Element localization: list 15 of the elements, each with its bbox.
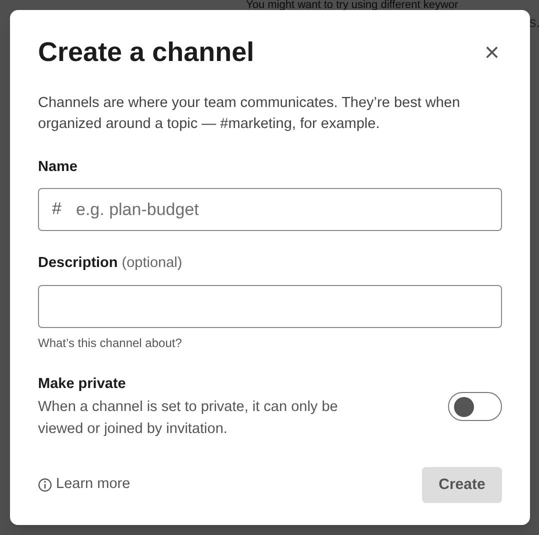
- field-hint: What’s this channel about?: [38, 335, 183, 352]
- info-icon: [38, 478, 52, 492]
- background-text: You might want to try using different keywor: [246, 0, 458, 10]
- learn-more-link[interactable]: Learn more: [38, 474, 130, 496]
- close-button[interactable]: ×: [478, 38, 506, 66]
- private-description: When a channel is set to private, it can only be viewed or joined by invitation.: [38, 398, 339, 439]
- field-label: Make private: [38, 375, 127, 394]
- hash-prefix: #: [52, 198, 62, 220]
- field-label: Description: [38, 254, 118, 274]
- intro-text: Channels are where your team communicates. They’re best when organized around a topic — #marketing, for example.: [38, 94, 462, 134]
- dialog-title: Create a channel: [38, 36, 254, 69]
- optional-note: (optional): [122, 254, 182, 274]
- description-field[interactable]: [38, 285, 502, 328]
- field-label: Name: [38, 158, 78, 176]
- private-toggle[interactable]: [448, 392, 502, 422]
